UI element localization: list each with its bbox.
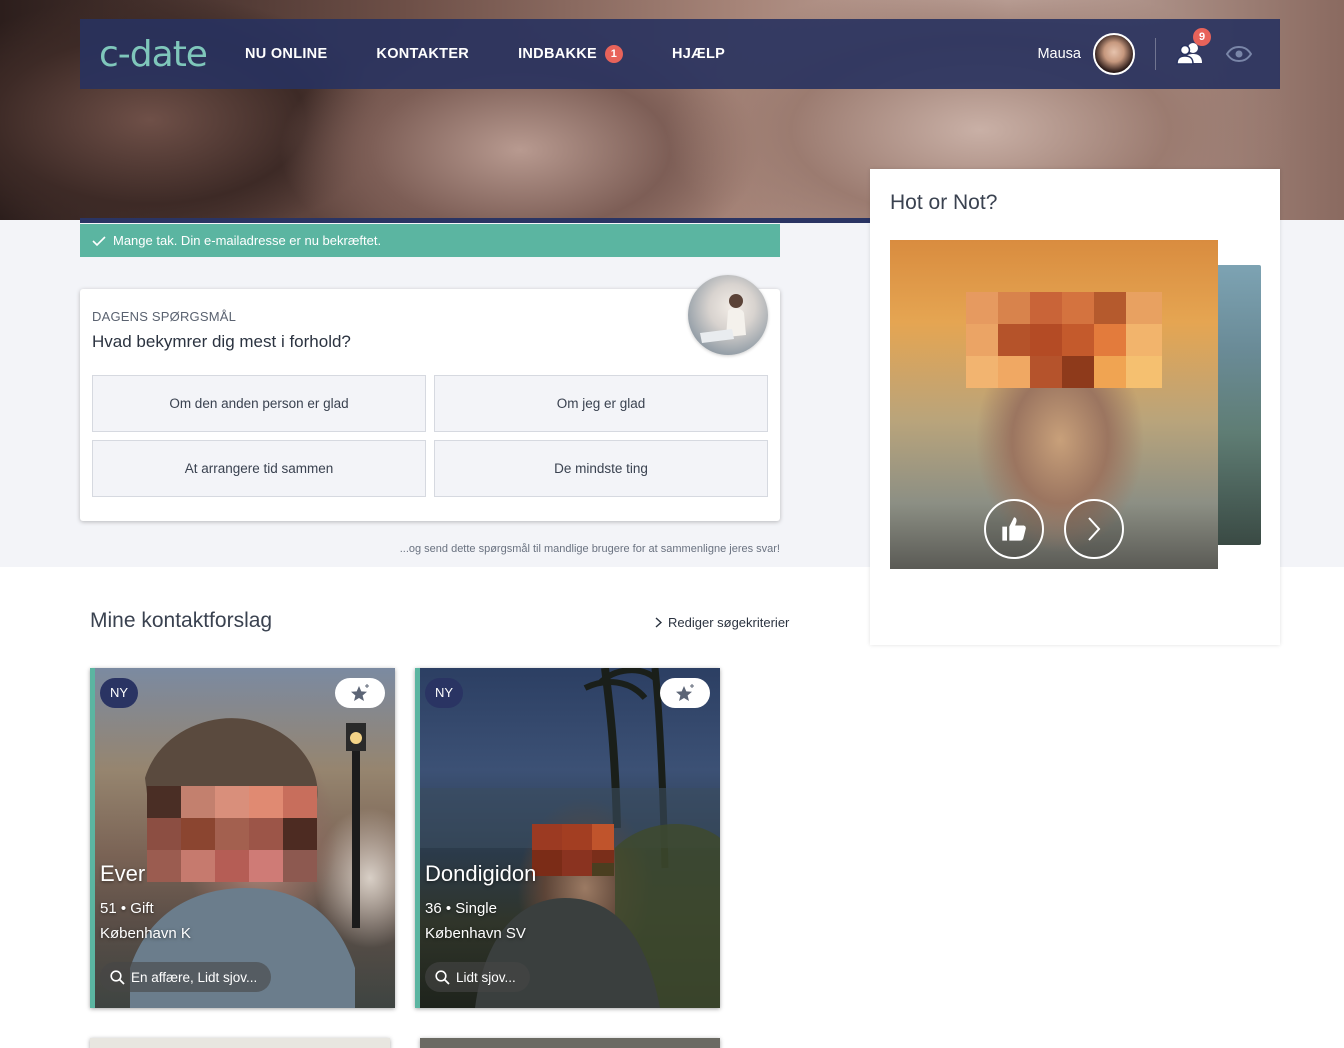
profile-card-partial[interactable]	[420, 1038, 720, 1048]
profile-card[interactable]: NY Ever 51 • Gift København K En affære,…	[90, 668, 395, 1008]
profile-name: Ever	[100, 861, 146, 886]
suggestions-title: Mine kontaktforslag	[90, 609, 273, 632]
card-accent-bar	[415, 668, 420, 1008]
edit-link-label: Rediger søgekriterier	[668, 615, 790, 630]
question-footer: ...og send dette spørgsmål til mandlige …	[399, 543, 780, 555]
inbox-badge: 1	[605, 45, 624, 63]
new-badge: NY	[100, 678, 139, 708]
answer-option[interactable]: Om den anden person er glad	[92, 375, 426, 432]
nav-item-hjaelp[interactable]: HJÆLP	[672, 46, 725, 62]
looking-for-tag: Lidt sjov...	[425, 962, 530, 992]
user-name[interactable]: Mausa	[1037, 46, 1081, 62]
answer-option[interactable]: At arrangere tid sammen	[92, 440, 426, 497]
nav-item-label: HJÆLP	[672, 46, 726, 62]
answer-option[interactable]: De mindste ting	[434, 440, 768, 497]
daily-question-card: DAGENS SPØRGSMÅL Hvad bekymrer dig mest …	[80, 275, 780, 521]
logo[interactable]: c-date	[99, 34, 208, 75]
profile-age-status: 51 • Gift	[100, 900, 154, 917]
eye-icon[interactable]	[1226, 46, 1252, 62]
hot-or-not-title: Hot or Not?	[890, 191, 998, 214]
nav-item-kontakter[interactable]: KONTAKTER	[376, 46, 469, 62]
profile-name: Dondigidon	[425, 861, 537, 886]
like-button[interactable]	[984, 499, 1044, 559]
user-area: Mausa 9	[1037, 28, 1252, 75]
star-plus-icon	[351, 684, 369, 701]
nav-menu: NU ONLINE KONTAKTER INDBAKKE 1 HJÆLP	[245, 45, 774, 63]
looking-for-text: En affære, Lidt sjov...	[131, 969, 258, 985]
pixelated-face	[532, 824, 614, 876]
edit-search-criteria-link[interactable]: Rediger søgekriterier	[655, 615, 789, 630]
new-badge: NY	[425, 678, 464, 708]
chevron-right-icon	[1088, 517, 1101, 541]
check-icon	[92, 235, 106, 246]
pixelated-face	[966, 292, 1162, 388]
hot-or-not-panel: Hot or Not?	[870, 169, 1280, 645]
top-navbar: c-date NU ONLINE KONTAKTER INDBAKKE 1 HJÆ…	[80, 19, 1280, 89]
contacts-icon[interactable]: 9	[1176, 28, 1211, 67]
favorite-button[interactable]	[335, 678, 385, 708]
avatar[interactable]	[1093, 33, 1135, 75]
profile-city: København K	[100, 925, 191, 942]
looking-for-tag: En affære, Lidt sjov...	[100, 962, 272, 992]
answer-option[interactable]: Om jeg er glad	[434, 375, 768, 432]
looking-for-text: Lidt sjov...	[456, 969, 516, 985]
question-text: Hvad bekymrer dig mest i forhold?	[92, 332, 351, 351]
profile-card[interactable]: NY Dondigidon 36 • Single København SV L…	[415, 668, 720, 1008]
card-accent-bar	[90, 668, 95, 1008]
next-button[interactable]	[1064, 499, 1124, 559]
thumbs-up-icon	[1002, 517, 1026, 541]
profile-photo	[890, 240, 1218, 569]
profile-age-status: 36 • Single	[425, 900, 497, 917]
success-text: Mange tak. Din e-mailadresse er nu bekræ…	[113, 233, 382, 248]
search-icon	[110, 969, 125, 985]
nav-divider	[1155, 38, 1156, 70]
nav-item-label: NU ONLINE	[244, 46, 328, 62]
favorite-button[interactable]	[660, 678, 710, 708]
chevron-right-icon	[655, 617, 662, 628]
success-banner: Mange tak. Din e-mailadresse er nu bekræ…	[80, 224, 780, 257]
question-image	[688, 275, 768, 355]
answer-options: Om den anden person er glad Om jeg er gl…	[92, 375, 768, 497]
star-plus-icon	[676, 684, 694, 701]
question-label: DAGENS SPØRGSMÅL	[92, 309, 237, 324]
pixelated-face	[147, 786, 317, 882]
hero-divider	[80, 218, 870, 223]
nav-item-label: KONTAKTER	[376, 46, 470, 62]
profile-card-partial[interactable]	[90, 1038, 390, 1048]
profile-city: København SV	[425, 925, 526, 942]
search-icon	[435, 969, 450, 985]
nav-item-indbakke[interactable]: INDBAKKE 1	[518, 45, 624, 63]
nav-item-nu-online[interactable]: NU ONLINE	[245, 46, 327, 62]
nav-item-label: INDBAKKE	[518, 46, 598, 62]
contacts-badge: 9	[1193, 28, 1211, 46]
